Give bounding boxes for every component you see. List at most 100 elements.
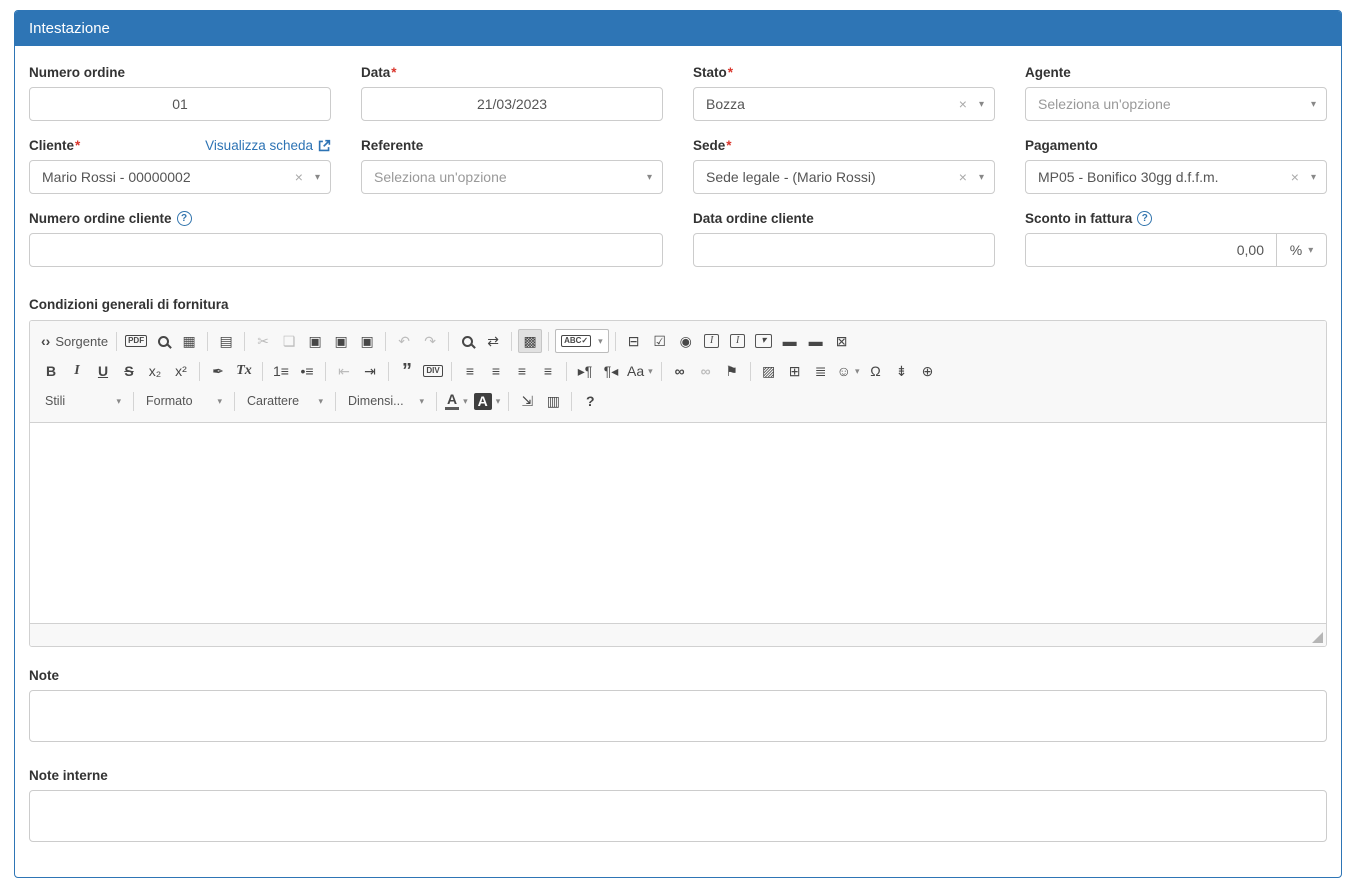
hidden-field-button[interactable]: ⊠	[830, 329, 854, 353]
export-pdf-button[interactable]: PDF	[123, 329, 149, 353]
new-page-icon: ▤	[219, 334, 232, 348]
styles-button[interactable]: Stili▾	[39, 389, 127, 413]
numbered-list-icon: 1≡	[273, 364, 289, 378]
replace-button[interactable]: ⇄	[481, 329, 505, 353]
text-direction-rtl-button[interactable]: ¶◂	[599, 359, 623, 383]
div-container-button[interactable]: DIV	[421, 359, 445, 383]
new-page-button[interactable]: ▤	[214, 329, 238, 353]
background-color-button[interactable]: A▾	[472, 389, 503, 413]
language-button[interactable]: Aa▾	[625, 359, 655, 383]
print-button[interactable]: ▦	[177, 329, 201, 353]
toolbar-separator	[511, 332, 512, 351]
editor-content[interactable]	[30, 423, 1326, 623]
strikethrough-button[interactable]: S	[117, 359, 141, 383]
clear-icon[interactable]: ×	[1285, 169, 1311, 185]
data-input[interactable]	[361, 87, 663, 121]
justify-button[interactable]: ≡	[536, 359, 560, 383]
increase-indent-icon: ⇥	[364, 364, 376, 378]
numero-ordine-input[interactable]	[29, 87, 331, 121]
anchor-button[interactable]: ⚑	[720, 359, 744, 383]
paste-plain-text-button[interactable]: ▣	[329, 329, 353, 353]
data-ordine-cliente-label: Data ordine cliente	[693, 211, 814, 226]
iframe-button[interactable]: ⊕	[915, 359, 939, 383]
align-left-button[interactable]: ≡	[458, 359, 482, 383]
referente-label: Referente	[361, 138, 423, 153]
sede-select[interactable]: Sede legale - (Mario Rossi) × ▾	[693, 160, 995, 194]
underline-button[interactable]: U	[91, 359, 115, 383]
numero-ordine-cliente-input[interactable]	[29, 233, 663, 267]
help-icon[interactable]: ?	[1137, 211, 1152, 226]
panel-title: Intestazione	[15, 11, 1341, 46]
text-direction-ltr-button[interactable]: ▸¶	[573, 359, 597, 383]
visualizza-scheda-link[interactable]: Visualizza scheda	[205, 138, 331, 153]
select-all-button[interactable]: ▩	[518, 329, 542, 353]
find-button[interactable]	[455, 329, 479, 353]
clear-icon[interactable]: ×	[953, 96, 979, 112]
data-ordine-cliente-input[interactable]	[693, 233, 995, 267]
page-break-button[interactable]: ⇟	[889, 359, 913, 383]
data-label: Data*	[361, 65, 397, 80]
remove-format-button[interactable]: Tx	[232, 359, 256, 383]
checkbox-button[interactable]: ☑	[648, 329, 672, 353]
font-label: Carattere	[247, 394, 299, 408]
stato-select[interactable]: Bozza × ▾	[693, 87, 995, 121]
increase-indent-button[interactable]: ⇥	[358, 359, 382, 383]
help-icon[interactable]: ?	[177, 211, 192, 226]
align-right-button[interactable]: ≡	[510, 359, 534, 383]
paste-button[interactable]: ▣	[303, 329, 327, 353]
field-data: Data*	[361, 64, 663, 121]
pagamento-select[interactable]: MP05 - Bonifico 30gg d.f.f.m. × ▾	[1025, 160, 1327, 194]
subscript-button[interactable]: x₂	[143, 359, 167, 383]
sconto-input[interactable]	[1026, 234, 1276, 266]
about-button[interactable]: ?	[578, 389, 602, 413]
show-blocks-button[interactable]: ▥	[541, 389, 565, 413]
cliente-select[interactable]: Mario Rossi - 00000002 × ▾	[29, 160, 331, 194]
preview-button[interactable]	[151, 329, 175, 353]
text-field-button[interactable]: I	[700, 329, 724, 353]
italic-button[interactable]: I	[65, 359, 89, 383]
referente-select[interactable]: Seleziona un'opzione ▾	[361, 160, 663, 194]
editor-resize-handle[interactable]	[1312, 632, 1323, 643]
blockquote-button[interactable]: ”	[395, 359, 419, 383]
smiley-button[interactable]: ☺▾	[835, 359, 862, 383]
clear-icon[interactable]: ×	[289, 169, 315, 185]
field-data-ordine-cliente: Data ordine cliente	[693, 210, 995, 267]
table-button[interactable]: ⊞	[783, 359, 807, 383]
format-button[interactable]: Formato▾	[140, 389, 228, 413]
textarea-field-button[interactable]: I	[726, 329, 750, 353]
bold-button[interactable]: B	[39, 359, 63, 383]
button-field-button[interactable]: ▬	[778, 329, 802, 353]
print-icon: ▦	[182, 334, 195, 348]
superscript-button[interactable]: x²	[169, 359, 193, 383]
sconto-unit-select[interactable]: % ▾	[1276, 234, 1326, 266]
align-center-button[interactable]: ≡	[484, 359, 508, 383]
paste-from-word-button[interactable]: ▣	[355, 329, 379, 353]
image-button[interactable]: ▨	[757, 359, 781, 383]
cliente-label: Cliente*	[29, 138, 80, 153]
agente-select[interactable]: Seleziona un'opzione ▾	[1025, 87, 1327, 121]
font-button[interactable]: Carattere▾	[241, 389, 329, 413]
radio-button-button[interactable]: ◉	[674, 329, 698, 353]
clear-icon[interactable]: ×	[953, 169, 979, 185]
spell-checker-button[interactable]: ABC✓▾	[555, 329, 609, 353]
link-button[interactable]: ∞	[668, 359, 692, 383]
image-button-button[interactable]: ▬	[804, 329, 828, 353]
note-interne-textarea[interactable]	[29, 790, 1327, 842]
font-size-button[interactable]: Dimensi...▾	[342, 389, 430, 413]
bulleted-list-icon: •≡	[300, 364, 313, 378]
horizontal-line-button[interactable]: ≣	[809, 359, 833, 383]
numbered-list-button[interactable]: 1≡	[269, 359, 293, 383]
form-button[interactable]: ⊟	[622, 329, 646, 353]
select-field-button[interactable]: ▾	[752, 329, 776, 353]
maximize-icon: ⇲	[521, 394, 533, 408]
bold-icon: B	[46, 364, 56, 378]
text-color-button[interactable]: A▾	[443, 389, 470, 413]
bulleted-list-button[interactable]: •≡	[295, 359, 319, 383]
copy-formatting-button[interactable]: ✒	[206, 359, 230, 383]
iframe-icon: ⊕	[922, 364, 934, 378]
note-textarea[interactable]	[29, 690, 1327, 742]
special-character-button[interactable]: Ω	[863, 359, 887, 383]
maximize-button[interactable]: ⇲	[515, 389, 539, 413]
source-button[interactable]: ‹›Sorgente	[39, 329, 110, 353]
toolbar-separator	[661, 362, 662, 381]
